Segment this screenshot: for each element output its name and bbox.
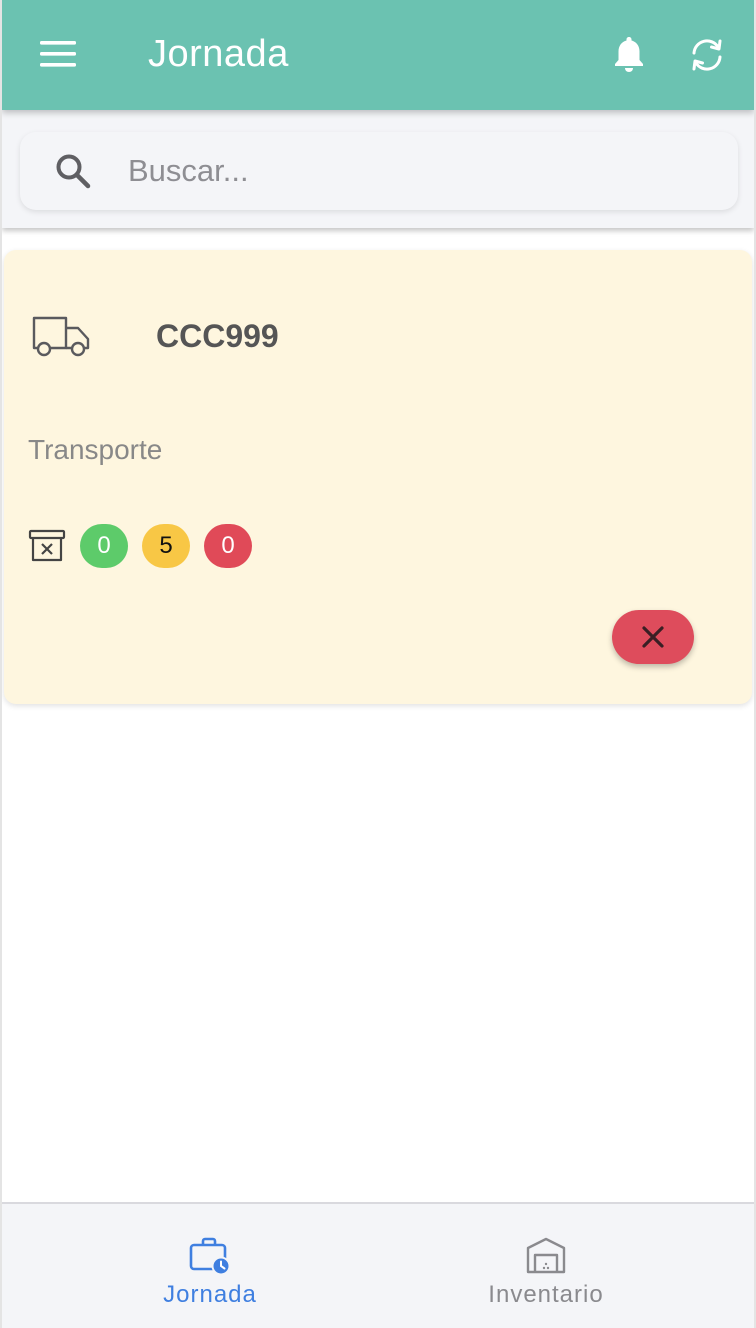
sync-icon <box>692 39 722 71</box>
truck-icon <box>32 316 90 357</box>
app-screen: Jornada Buscar... CCC999 Transporte 0 5 … <box>0 0 756 1328</box>
bottom-tab-bar: Jornada Inventario <box>2 1202 754 1328</box>
sync-button[interactable] <box>688 36 726 74</box>
tab-inventario[interactable]: Inventario <box>378 1204 714 1328</box>
discard-bin-icon <box>28 529 66 562</box>
search-input[interactable] <box>128 146 708 196</box>
menu-button[interactable] <box>38 38 80 70</box>
toolbar: Jornada <box>2 0 754 110</box>
search-icon <box>56 154 91 189</box>
search-area <box>2 110 754 228</box>
close-button[interactable] <box>612 610 694 664</box>
tab-jornada-label: Jornada <box>163 1281 257 1308</box>
tab-jornada[interactable]: Jornada <box>42 1204 378 1328</box>
menu-icon <box>40 41 76 67</box>
page-title: Jornada <box>148 33 289 75</box>
notifications-button[interactable] <box>612 34 646 74</box>
close-icon <box>642 626 664 648</box>
count-badge-yellow: 5 <box>142 524 190 568</box>
vehicle-plate: CCC999 <box>156 318 279 354</box>
count-badge-green: 0 <box>80 524 128 568</box>
warehouse-icon <box>526 1237 566 1274</box>
vehicle-card[interactable]: CCC999 Transporte 0 5 0 <box>4 250 752 704</box>
searchbar[interactable] <box>20 132 738 210</box>
count-badge-red: 0 <box>204 524 252 568</box>
vehicle-type: Transporte <box>28 434 163 465</box>
bell-icon <box>615 37 643 72</box>
briefcase-clock-icon <box>189 1237 231 1276</box>
tab-inventario-label: Inventario <box>488 1281 604 1308</box>
